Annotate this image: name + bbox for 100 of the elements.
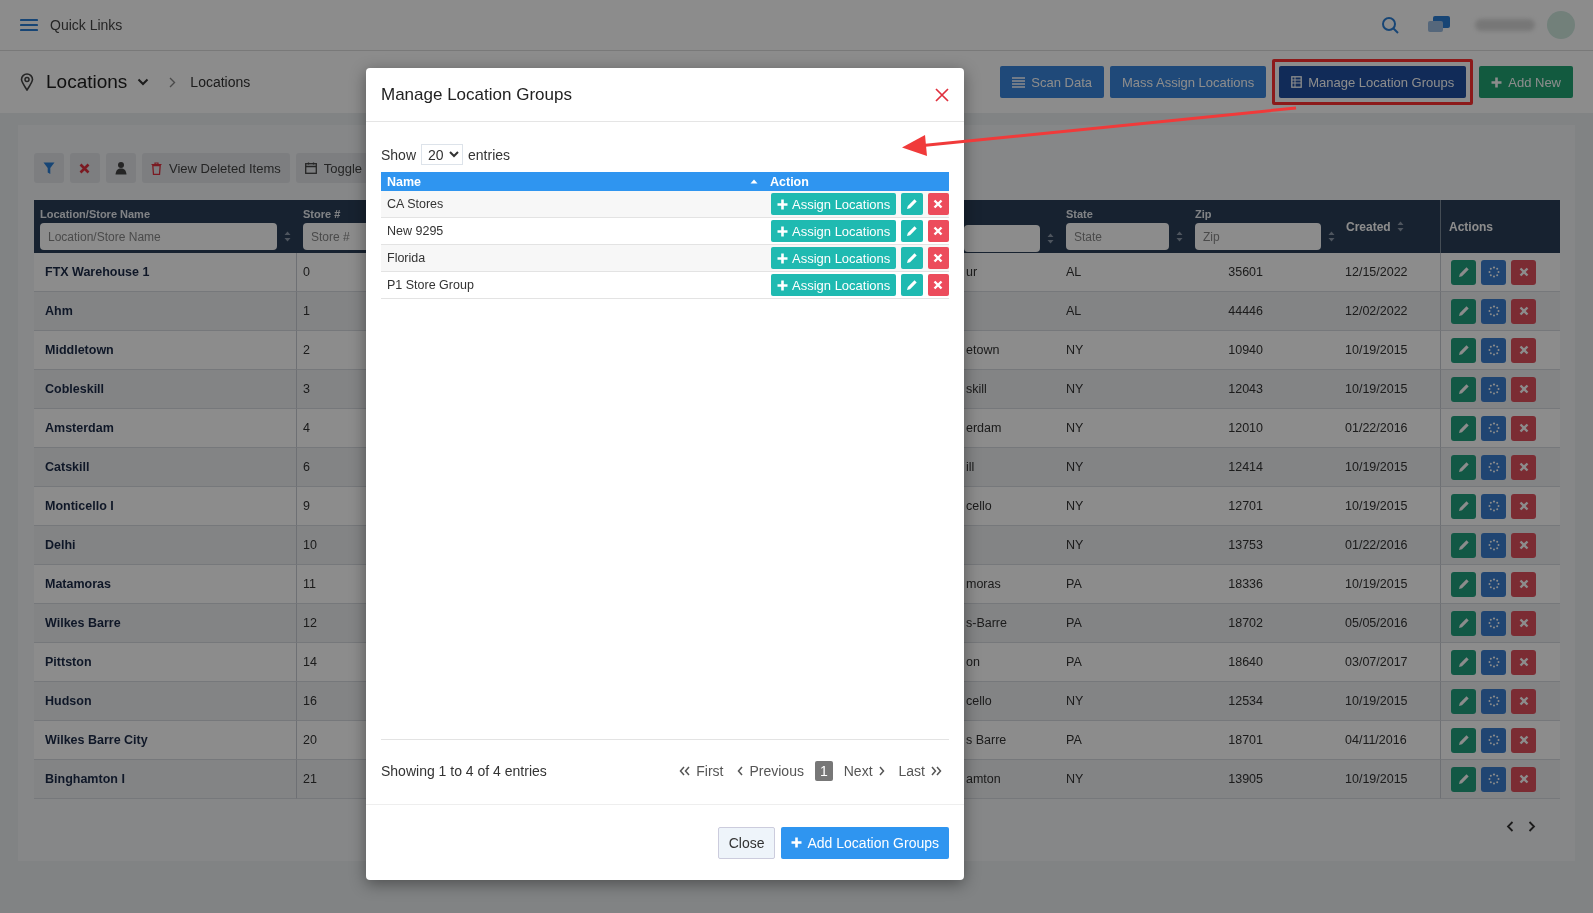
pagination-link[interactable]: Previous	[730, 761, 811, 781]
section-title[interactable]: Locations	[46, 71, 128, 93]
assign-locations-button[interactable]: Assign Locations	[771, 274, 897, 296]
pagination-link[interactable]: Last	[891, 761, 949, 781]
edit-button[interactable]	[1451, 532, 1476, 558]
delete-button[interactable]	[1511, 571, 1536, 597]
location-name-cell[interactable]: Monticello I	[34, 487, 297, 526]
refresh-button[interactable]	[1481, 727, 1506, 753]
toolbar-icon-button[interactable]	[34, 153, 64, 183]
delete-button[interactable]	[1511, 337, 1536, 363]
delete-button[interactable]	[927, 274, 949, 296]
header-button[interactable]: Add New	[1479, 66, 1573, 98]
delete-button[interactable]	[1511, 376, 1536, 402]
close-button[interactable]: Close	[717, 826, 776, 859]
delete-button[interactable]	[1511, 493, 1536, 519]
refresh-button[interactable]	[1481, 610, 1506, 636]
location-name-cell[interactable]: Binghamton I	[34, 760, 297, 799]
refresh-button[interactable]	[1481, 298, 1506, 324]
refresh-button[interactable]	[1481, 571, 1506, 597]
edit-button[interactable]	[1451, 259, 1476, 285]
delete-button[interactable]	[1511, 688, 1536, 714]
location-name-cell[interactable]: Matamoras	[34, 565, 297, 604]
delete-button[interactable]	[927, 220, 949, 242]
delete-button[interactable]	[927, 193, 949, 215]
header-button[interactable]: Mass Assign Locations	[1110, 66, 1267, 98]
location-name-cell[interactable]: FTX Warehouse 1	[34, 253, 297, 292]
sort-icon[interactable]	[1176, 231, 1183, 242]
sort-icon[interactable]	[1047, 233, 1054, 244]
refresh-button[interactable]	[1481, 766, 1506, 792]
add-location-groups-button[interactable]: Add Location Groups	[781, 826, 949, 859]
sort-icon[interactable]	[1328, 231, 1335, 242]
edit-button[interactable]	[901, 247, 923, 269]
entries-dropdown[interactable]: 20	[421, 144, 464, 165]
assign-locations-button[interactable]: Assign Locations	[771, 193, 897, 215]
pagination-link[interactable]: Next	[836, 761, 892, 781]
edit-button[interactable]	[1451, 766, 1476, 792]
location-name-cell[interactable]: Pittston	[34, 643, 297, 682]
quick-links-title[interactable]: Quick Links	[50, 17, 123, 33]
filter-field[interactable]: State	[1066, 223, 1169, 250]
refresh-button[interactable]	[1481, 649, 1506, 675]
delete-button[interactable]	[1511, 298, 1536, 324]
refresh-button[interactable]	[1481, 259, 1506, 285]
assign-locations-button[interactable]: Assign Locations	[771, 220, 897, 242]
column-header[interactable]: Name	[381, 172, 764, 191]
refresh-button[interactable]	[1481, 532, 1506, 558]
location-name-cell[interactable]: Wilkes Barre	[34, 604, 297, 643]
location-name-cell[interactable]: Wilkes Barre City	[34, 721, 297, 760]
location-name-cell[interactable]: Amsterdam	[34, 409, 297, 448]
delete-button[interactable]	[1511, 649, 1536, 675]
delete-button[interactable]	[1511, 727, 1536, 753]
refresh-button[interactable]	[1481, 688, 1506, 714]
column-header[interactable]: Created	[1341, 200, 1440, 253]
toolbar-button[interactable]: View Deleted Items	[142, 153, 290, 183]
location-name-cell[interactable]: Catskill	[34, 448, 297, 487]
edit-button[interactable]	[1451, 610, 1476, 636]
page-number-button[interactable]: 1	[814, 761, 833, 781]
edit-button[interactable]	[1451, 571, 1476, 597]
menu-icon[interactable]	[20, 18, 38, 32]
edit-button[interactable]	[901, 193, 923, 215]
filter-field[interactable]	[964, 225, 1040, 252]
edit-button[interactable]	[1451, 298, 1476, 324]
edit-button[interactable]	[901, 220, 923, 242]
location-name-cell[interactable]: Middletown	[34, 331, 297, 370]
next-page-button[interactable]	[1528, 821, 1536, 832]
pagination-link[interactable]: First	[672, 761, 731, 781]
toolbar-icon-button[interactable]	[70, 153, 100, 183]
previous-page-button[interactable]	[1506, 821, 1514, 832]
edit-button[interactable]	[1451, 688, 1476, 714]
edit-button[interactable]	[1451, 415, 1476, 441]
edit-button[interactable]	[1451, 376, 1476, 402]
location-name-cell[interactable]: Hudson	[34, 682, 297, 721]
chat-icon[interactable]	[1427, 15, 1451, 35]
delete-button[interactable]	[1511, 454, 1536, 480]
edit-button[interactable]	[1451, 337, 1476, 363]
delete-button[interactable]	[1511, 766, 1536, 792]
assign-locations-button[interactable]: Assign Locations	[771, 247, 897, 269]
refresh-button[interactable]	[1481, 337, 1506, 363]
edit-button[interactable]	[1451, 649, 1476, 675]
refresh-button[interactable]	[1481, 376, 1506, 402]
search-icon[interactable]	[1381, 16, 1399, 34]
delete-button[interactable]	[1511, 532, 1536, 558]
refresh-button[interactable]	[1481, 415, 1506, 441]
column-header[interactable]: Action	[764, 172, 949, 191]
edit-button[interactable]	[901, 274, 923, 296]
toolbar-icon-button[interactable]	[106, 153, 136, 183]
header-button[interactable]: Manage Location Groups	[1279, 66, 1467, 98]
location-name-cell[interactable]: Cobleskill	[34, 370, 297, 409]
location-name-cell[interactable]: Ahm	[34, 292, 297, 331]
delete-button[interactable]	[1511, 415, 1536, 441]
refresh-button[interactable]	[1481, 493, 1506, 519]
edit-button[interactable]	[1451, 727, 1476, 753]
refresh-button[interactable]	[1481, 454, 1506, 480]
sort-icon[interactable]	[284, 231, 291, 242]
delete-button[interactable]	[1511, 610, 1536, 636]
edit-button[interactable]	[1451, 493, 1476, 519]
filter-field[interactable]: Zip	[1195, 223, 1321, 250]
close-button[interactable]	[935, 87, 949, 102]
edit-button[interactable]	[1451, 454, 1476, 480]
delete-button[interactable]	[1511, 259, 1536, 285]
header-button[interactable]: Scan Data	[1000, 66, 1105, 98]
